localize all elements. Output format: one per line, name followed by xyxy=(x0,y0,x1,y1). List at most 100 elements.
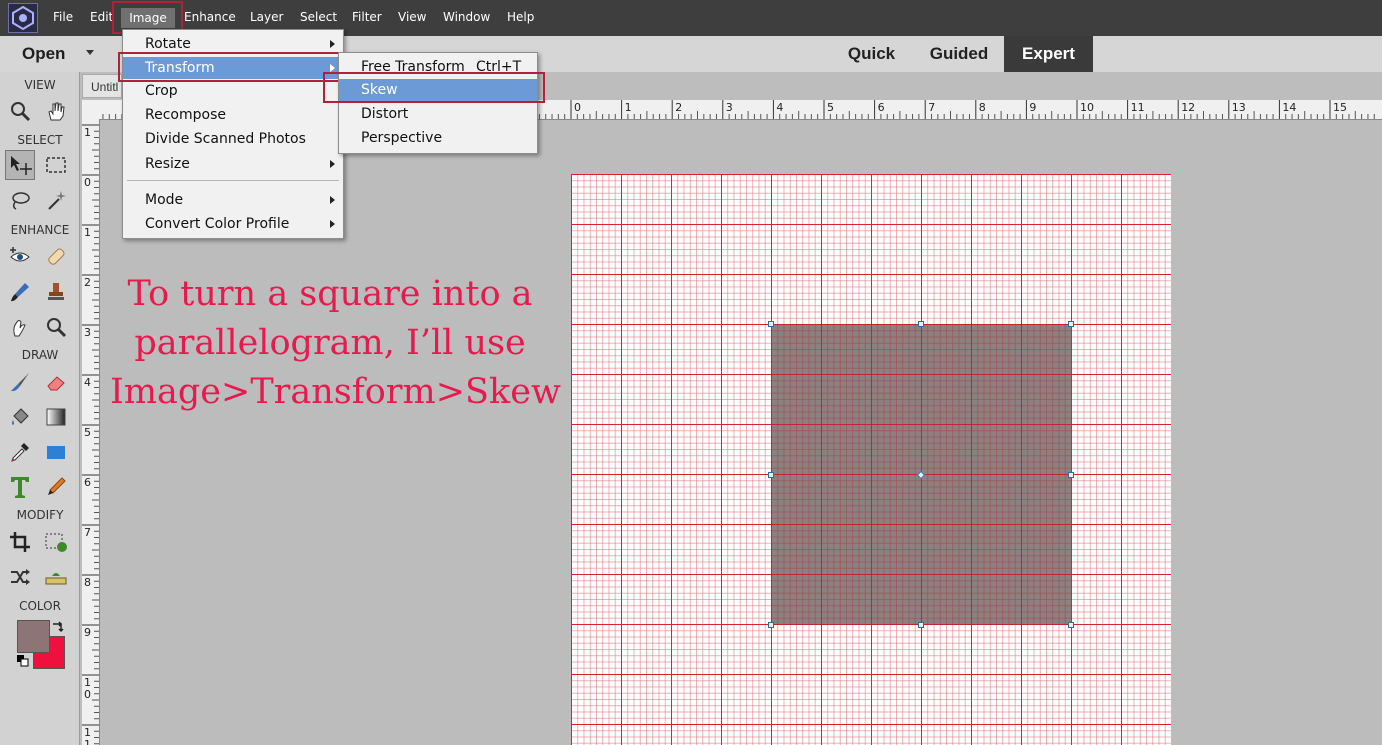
ruler-label: 5 xyxy=(84,426,91,439)
zoom-small-icon[interactable] xyxy=(41,312,71,342)
eraser-icon[interactable] xyxy=(41,367,71,397)
crop-icon[interactable] xyxy=(5,527,35,557)
menu-item-mode[interactable]: Mode xyxy=(123,189,343,211)
ruler-label: 8 xyxy=(979,101,986,114)
menu-item-label: Mode xyxy=(145,192,184,208)
ruler-label: 2 xyxy=(84,276,91,289)
menu-select[interactable]: Select xyxy=(300,10,337,24)
marquee-icon[interactable] xyxy=(41,150,71,180)
section-view: VIEW xyxy=(24,78,56,92)
menu-item-distort[interactable]: Distort xyxy=(339,103,537,125)
app-logo-icon[interactable] xyxy=(8,3,38,33)
ruler-label: 12 xyxy=(1181,101,1195,114)
straighten-icon[interactable] xyxy=(41,562,71,592)
default-colors-icon[interactable] xyxy=(16,654,30,673)
transform-submenu: Free Transform Ctrl+T Skew Distort Perspe… xyxy=(338,52,538,154)
red-eye-icon[interactable] xyxy=(5,242,35,272)
menu-item-recompose[interactable]: Recompose xyxy=(123,104,343,126)
zoom-icon[interactable] xyxy=(5,96,35,126)
menu-layer[interactable]: Layer xyxy=(250,10,283,24)
transform-handle-top-right[interactable] xyxy=(1068,321,1074,327)
menu-item-label: Resize xyxy=(145,156,190,172)
ruler-label: 11 xyxy=(1131,101,1145,114)
transform-handle-middle-left[interactable] xyxy=(768,472,774,478)
menu-file[interactable]: File xyxy=(53,10,73,24)
instruction-line: Image>Transform>Skew xyxy=(110,372,561,412)
smudge-icon[interactable] xyxy=(5,312,35,342)
menu-item-rotate[interactable]: Rotate xyxy=(123,33,343,55)
ruler-label: 9 xyxy=(84,626,91,639)
menu-item-label: Transform xyxy=(145,60,215,76)
menu-item-skew[interactable]: Skew xyxy=(339,79,537,101)
clone-stamp-icon[interactable] xyxy=(41,277,71,307)
menu-enhance[interactable]: Enhance xyxy=(184,10,236,24)
menu-help[interactable]: Help xyxy=(507,10,534,24)
ruler-label: 7 xyxy=(84,526,91,539)
section-enhance: ENHANCE xyxy=(10,223,70,237)
instruction-annotation: To turn a square into a parallelogram, I… xyxy=(110,270,561,417)
spot-healing-icon[interactable] xyxy=(41,242,71,272)
submenu-arrow-icon xyxy=(330,160,335,168)
menu-item-perspective[interactable]: Perspective xyxy=(339,127,537,149)
menu-edit[interactable]: Edit xyxy=(90,10,113,24)
tab-quick[interactable]: Quick xyxy=(834,36,909,72)
submenu-arrow-icon xyxy=(330,220,335,228)
recompose-icon[interactable] xyxy=(41,527,71,557)
swap-colors-icon[interactable] xyxy=(50,620,64,639)
image-dropdown-menu: Rotate Transform Crop Recompose Divide S… xyxy=(122,29,344,239)
open-dropdown-arrow-icon[interactable] xyxy=(86,50,94,55)
submenu-arrow-icon xyxy=(330,64,335,72)
ruler-label: 4 xyxy=(84,376,91,389)
magic-wand-icon[interactable] xyxy=(41,185,71,215)
menu-item-divide-scanned-photos[interactable]: Divide Scanned Photos xyxy=(123,128,343,150)
tab-expert[interactable]: Expert xyxy=(1004,36,1093,72)
move-icon[interactable] xyxy=(5,150,35,180)
transform-handle-bottom-center[interactable] xyxy=(918,622,924,628)
ruler-label: 5 xyxy=(827,101,834,114)
menu-item-crop[interactable]: Crop xyxy=(123,80,343,102)
ruler-label: 9 xyxy=(1029,101,1036,114)
pencil-icon[interactable] xyxy=(41,472,71,502)
menu-item-transform[interactable]: Transform xyxy=(123,57,343,79)
menu-filter[interactable]: Filter xyxy=(352,10,382,24)
submenu-arrow-icon xyxy=(330,40,335,48)
document-tab[interactable]: Untitl xyxy=(82,74,122,98)
transform-handle-top-center[interactable] xyxy=(918,321,924,327)
ruler-label: 1 xyxy=(84,226,91,239)
brush-icon[interactable] xyxy=(5,367,35,397)
transform-handle-middle-right[interactable] xyxy=(1068,472,1074,478)
content-aware-move-icon[interactable] xyxy=(5,562,35,592)
ruler-corner xyxy=(82,100,100,119)
eyedropper-icon[interactable] xyxy=(5,437,35,467)
hand-icon[interactable] xyxy=(41,96,71,126)
ruler-label: 0 xyxy=(84,688,91,701)
submenu-arrow-icon xyxy=(330,196,335,204)
ruler-label: 1 xyxy=(625,101,632,114)
quick-selection-brush-icon[interactable] xyxy=(5,277,35,307)
lasso-icon[interactable] xyxy=(5,185,35,215)
vertical-ruler-ticks: 101234567891011 xyxy=(82,124,99,745)
gradient-icon[interactable] xyxy=(41,402,71,432)
menu-item-label: Crop xyxy=(145,83,178,99)
transform-handle-bottom-left[interactable] xyxy=(768,622,774,628)
foreground-color-swatch[interactable] xyxy=(17,620,50,653)
menu-item-free-transform[interactable]: Free Transform Ctrl+T xyxy=(339,56,537,78)
ruler-label: 7 xyxy=(928,101,935,114)
type-icon[interactable] xyxy=(5,472,35,502)
section-modify: MODIFY xyxy=(16,508,64,522)
menu-separator xyxy=(127,180,339,181)
ruler-label: 3 xyxy=(726,101,733,114)
menu-item-convert-color-profile[interactable]: Convert Color Profile xyxy=(123,213,343,235)
paint-bucket-icon[interactable] xyxy=(5,402,35,432)
open-button[interactable]: Open xyxy=(22,44,65,64)
menu-item-label: Skew xyxy=(361,82,398,98)
instruction-line: To turn a square into a xyxy=(127,274,533,314)
menu-item-resize[interactable]: Resize xyxy=(123,153,343,175)
ruler-label: 1 xyxy=(84,738,91,745)
menu-view[interactable]: View xyxy=(398,10,426,24)
menu-window[interactable]: Window xyxy=(443,10,490,24)
rectangle-shape-icon[interactable] xyxy=(41,437,71,467)
tab-guided[interactable]: Guided xyxy=(918,36,1000,72)
transform-handle-top-left[interactable] xyxy=(768,321,774,327)
transform-handle-bottom-right[interactable] xyxy=(1068,622,1074,628)
